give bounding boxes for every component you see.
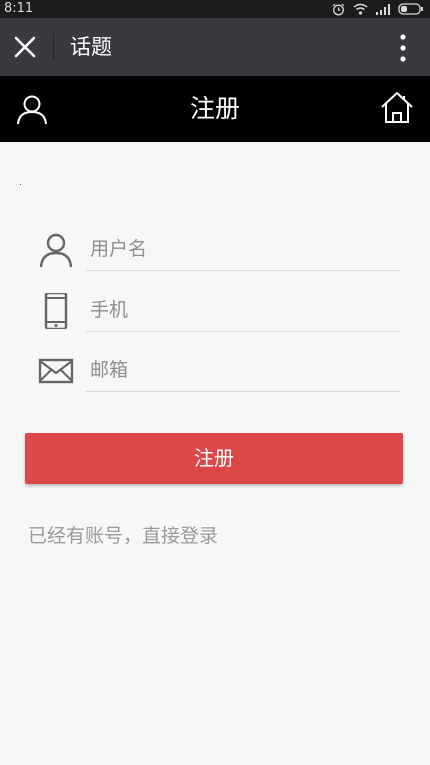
- username-field: [38, 228, 400, 272]
- bar-divider: [53, 34, 54, 60]
- close-icon[interactable]: [10, 32, 40, 62]
- signal-icon: [376, 3, 390, 15]
- stray-dot: [20, 184, 21, 185]
- page-header: 注册: [0, 76, 430, 142]
- more-vertical-icon[interactable]: [396, 34, 410, 62]
- alarm-icon: [332, 3, 345, 16]
- mail-icon: [38, 353, 74, 389]
- phone-icon: [38, 291, 74, 331]
- status-icons: [332, 2, 424, 16]
- page-title: 注册: [189, 94, 240, 123]
- home-icon[interactable]: [380, 90, 414, 124]
- email-input[interactable]: [86, 349, 400, 392]
- status-time: 8:11: [4, 1, 34, 16]
- wechat-top-bar: 话题: [0, 18, 430, 76]
- username-input[interactable]: [86, 228, 400, 271]
- wechat-title: 话题: [70, 35, 112, 59]
- phone-input[interactable]: [86, 289, 400, 332]
- battery-icon: [398, 3, 424, 15]
- wifi-icon: [353, 3, 368, 15]
- status-bar: 8:11: [0, 0, 430, 18]
- email-field: [38, 349, 400, 393]
- register-button[interactable]: 注册: [25, 433, 403, 484]
- phone-field: [38, 289, 400, 333]
- login-link[interactable]: 已经有账号，直接登录: [28, 521, 218, 551]
- user-icon: [38, 232, 74, 268]
